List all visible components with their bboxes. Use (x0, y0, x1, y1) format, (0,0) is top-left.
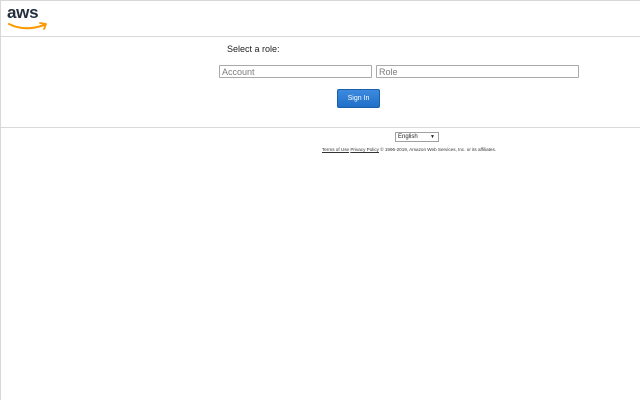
sign-in-button[interactable]: Sign In (337, 89, 380, 108)
aws-logo-text: aws (7, 3, 39, 22)
role-input[interactable] (376, 65, 579, 78)
footer: Terms of Use Privacy Policy © 1996-2019,… (322, 147, 496, 152)
section-divider (1, 127, 640, 128)
chevron-down-icon: ▼ (430, 134, 435, 140)
aws-role-selection-page: aws Select a role: Sign In English ▼ Ter… (0, 0, 640, 400)
language-selected-value: English (398, 134, 418, 140)
terms-of-use-link[interactable]: Terms of Use (322, 147, 349, 152)
language-select[interactable]: English ▼ (395, 132, 439, 142)
select-role-label: Select a role: (227, 44, 280, 54)
aws-smile-icon (8, 22, 47, 30)
privacy-policy-link[interactable]: Privacy Policy (350, 147, 379, 152)
aws-logo[interactable]: aws (7, 4, 51, 34)
account-input[interactable] (219, 65, 372, 78)
header-bar: aws (1, 1, 640, 37)
copyright-text: © 1996-2019, Amazon Web Services, Inc. o… (380, 147, 497, 152)
